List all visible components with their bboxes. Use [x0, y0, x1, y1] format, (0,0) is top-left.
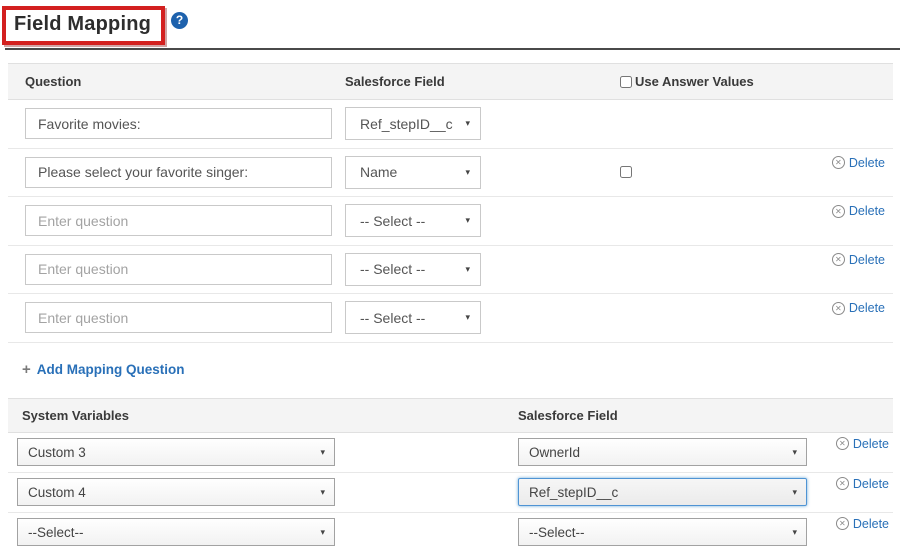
delete-circle-x-icon: ✕: [832, 205, 845, 218]
system-variable-row: Custom 3 ▾ OwnerId ▾ ✕ Delete: [8, 433, 893, 473]
system-variable-select[interactable]: --Select-- ▾: [17, 518, 335, 546]
salesforce-field-select[interactable]: --Select-- ▾: [518, 518, 807, 546]
column-header-salesforce-field: Salesforce Field: [345, 74, 620, 89]
salesforce-field-select-value: -- Select --: [360, 310, 425, 326]
salesforce-field-select-value: -- Select --: [360, 261, 425, 277]
chevron-down-icon: ▾: [465, 265, 470, 274]
delete-row-button[interactable]: ✕ Delete: [836, 477, 889, 491]
delete-label: Delete: [853, 517, 889, 531]
question-row: Ref_stepID__c ▾: [8, 100, 893, 149]
question-input[interactable]: [25, 157, 332, 188]
system-variable-select-value: Custom 4: [28, 485, 86, 500]
system-variable-row: --Select-- ▾ --Select-- ▾ ✕ Delete: [8, 513, 893, 548]
system-variable-select-value: Custom 3: [28, 445, 86, 460]
delete-row-button[interactable]: ✕ Delete: [832, 301, 885, 315]
use-answer-values-label: Use Answer Values: [635, 74, 754, 89]
column-header-use-answer-values: Use Answer Values: [620, 74, 754, 89]
question-row: -- Select -- ▾ ✕ Delete: [8, 294, 893, 343]
chevron-down-icon: ▾: [792, 488, 797, 497]
chevron-down-icon: ▾: [320, 448, 325, 457]
salesforce-field-select-value: OwnerId: [529, 445, 580, 460]
delete-label: Delete: [849, 301, 885, 315]
delete-circle-x-icon: ✕: [832, 253, 845, 266]
question-row: -- Select -- ▾ ✕ Delete: [8, 197, 893, 246]
chevron-down-icon: ▾: [465, 168, 470, 177]
system-table-rows: Custom 3▾OwnerId▾✕DeleteCustom 4▾Ref_ste…: [8, 433, 893, 548]
salesforce-field-select-value: --Select--: [529, 525, 585, 540]
add-mapping-question-link[interactable]: + Add Mapping Question: [22, 361, 185, 378]
chevron-down-icon: ▾: [465, 119, 470, 128]
delete-label: Delete: [849, 204, 885, 218]
title-bar: Field Mapping?: [0, 0, 900, 46]
question-row: -- Select -- ▾ ✕ Delete: [8, 246, 893, 295]
system-variable-select[interactable]: Custom 3 ▾: [17, 438, 335, 466]
delete-circle-x-icon: ✕: [836, 517, 849, 530]
salesforce-field-select[interactable]: -- Select -- ▾: [345, 204, 481, 237]
chevron-down-icon: ▾: [465, 313, 470, 322]
salesforce-field-select[interactable]: -- Select -- ▾: [345, 301, 481, 334]
title-annotation-box: Field Mapping: [2, 6, 165, 45]
salesforce-field-select-value: -- Select --: [360, 213, 425, 229]
salesforce-field-select[interactable]: Name ▾: [345, 156, 481, 189]
chevron-down-icon: ▾: [320, 528, 325, 537]
system-variables-table: System Variables Salesforce Field Custom…: [8, 398, 893, 548]
question-input[interactable]: [25, 205, 332, 236]
salesforce-field-select[interactable]: Ref_stepID__c ▾: [345, 107, 481, 140]
salesforce-field-select[interactable]: OwnerId ▾: [518, 438, 807, 466]
delete-row-button[interactable]: ✕ Delete: [832, 156, 885, 170]
add-mapping-question-label: Add Mapping Question: [37, 362, 185, 377]
chevron-down-icon: ▾: [792, 448, 797, 457]
column-header-salesforce-field-2: Salesforce Field: [518, 408, 618, 423]
column-header-question: Question: [8, 74, 345, 89]
question-table-header: Question Salesforce Field Use Answer Val…: [8, 63, 893, 100]
system-table-header: System Variables Salesforce Field: [8, 398, 893, 433]
question-input[interactable]: [25, 108, 332, 139]
delete-row-button[interactable]: ✕ Delete: [832, 253, 885, 267]
system-variable-row: Custom 4 ▾ Ref_stepID__c ▾ ✕ Delete: [8, 473, 893, 513]
salesforce-field-select-value: Ref_stepID__c: [529, 485, 618, 500]
column-header-system-variables: System Variables: [8, 408, 518, 423]
delete-circle-x-icon: ✕: [836, 437, 849, 450]
system-variable-select-value: --Select--: [28, 525, 84, 540]
chevron-down-icon: ▾: [320, 488, 325, 497]
delete-label: Delete: [849, 253, 885, 267]
question-input[interactable]: [25, 302, 332, 333]
title-divider: [5, 48, 900, 50]
chevron-down-icon: ▾: [792, 528, 797, 537]
system-variable-select[interactable]: Custom 4 ▾: [17, 478, 335, 506]
question-table-rows: Ref_stepID__c ▾ Name ▾ ✕ Delete -- Select -- ▾ ✕…: [8, 100, 893, 343]
delete-label: Delete: [853, 437, 889, 451]
delete-row-button[interactable]: ✕ Delete: [832, 204, 885, 218]
salesforce-field-select-value: Name: [360, 164, 397, 180]
help-icon[interactable]: ?: [171, 12, 188, 29]
page-title: Field Mapping: [14, 13, 151, 35]
question-mapping-table: Question Salesforce Field Use Answer Val…: [8, 63, 893, 343]
chevron-down-icon: ▾: [465, 216, 470, 225]
delete-label: Delete: [849, 156, 885, 170]
plus-icon: +: [22, 361, 31, 378]
use-answer-values-header-checkbox[interactable]: [620, 76, 632, 88]
question-input[interactable]: [25, 254, 332, 285]
delete-circle-x-icon: ✕: [836, 477, 849, 490]
question-row: Name ▾ ✕ Delete: [8, 149, 893, 198]
delete-label: Delete: [853, 477, 889, 491]
delete-circle-x-icon: ✕: [832, 302, 845, 315]
delete-row-button[interactable]: ✕ Delete: [836, 437, 889, 451]
delete-circle-x-icon: ✕: [832, 156, 845, 169]
salesforce-field-select[interactable]: -- Select -- ▾: [345, 253, 481, 286]
salesforce-field-select[interactable]: Ref_stepID__c ▾: [518, 478, 807, 506]
delete-row-button[interactable]: ✕ Delete: [836, 517, 889, 531]
salesforce-field-select-value: Ref_stepID__c: [360, 116, 453, 132]
use-answer-value-checkbox[interactable]: [620, 166, 632, 178]
